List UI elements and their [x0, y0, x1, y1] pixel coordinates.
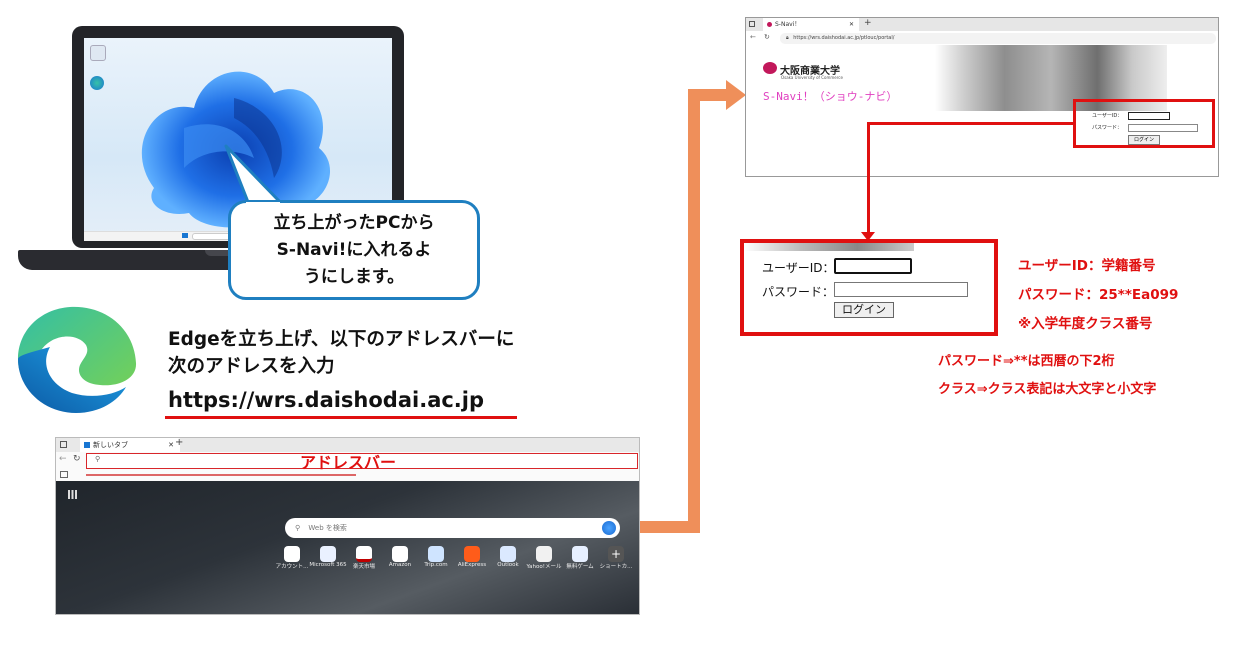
- quick-link-icon: [536, 546, 552, 562]
- search-placeholder: Web を検索: [308, 524, 347, 532]
- target-url: https://wrs.daishodai.ac.jp: [168, 388, 485, 412]
- portal-password-label: パスワード：: [1092, 125, 1123, 131]
- university-logo-icon: [763, 62, 777, 74]
- tab-actions-icon[interactable]: [749, 21, 755, 27]
- quick-link-icon: [500, 546, 516, 562]
- snavi-title: S-Navi！（ショウ-ナビ）: [763, 90, 898, 103]
- portal-address-text: https://wrs.daishodai.ac.jp/ptlouc/porta…: [793, 35, 895, 41]
- quick-link-icon: [392, 546, 408, 562]
- tab-favicon-icon: [84, 442, 90, 448]
- copilot-icon[interactable]: [602, 521, 616, 535]
- speech-bubble: 立ち上がったPCから S-Navi!に入れるよ うにします。: [228, 200, 480, 300]
- tab-favicon-icon: [767, 22, 772, 27]
- favorites-text-strip: [85, 473, 356, 476]
- instruction-text: Edgeを立ち上げ、以下のアドレスバーに 次のアドレスを入力: [168, 326, 514, 380]
- tab-actions-icon[interactable]: [60, 441, 67, 448]
- password-label: パスワード：: [762, 285, 835, 299]
- quick-link-icon: [356, 546, 372, 562]
- portal-password-input[interactable]: [1128, 124, 1198, 132]
- refresh-icon[interactable]: ↻: [73, 454, 81, 464]
- favorites-icon[interactable]: [60, 471, 68, 478]
- quick-link[interactable]: 楽天市場: [345, 546, 383, 570]
- quick-link-label: アカウント...: [275, 564, 309, 570]
- search-icon: ⚲: [295, 524, 301, 532]
- quick-link-icon: [320, 546, 336, 562]
- portal-login-button[interactable]: ログイン: [1128, 135, 1160, 145]
- quick-link-label: Amazon: [388, 562, 412, 568]
- portal-userid-input[interactable]: [1128, 112, 1170, 120]
- note-userid: ユーザーID：学籍番号: [1018, 258, 1156, 274]
- note-class: ※入学年度クラス番号: [1018, 316, 1153, 332]
- quick-links: アカウント... Microsoft 365 楽天市場 Amazon Trip.…: [273, 546, 633, 576]
- instruction-line2: 次のアドレスを入力: [168, 356, 335, 377]
- url-underline: [165, 416, 517, 419]
- quick-link[interactable]: Outlook: [489, 546, 527, 568]
- new-tab-icon[interactable]: +: [175, 437, 183, 448]
- tab-close-icon[interactable]: ✕: [168, 438, 174, 452]
- portal-userid-label: ユーザーID：: [1092, 113, 1123, 119]
- quick-link[interactable]: Microsoft 365: [309, 546, 347, 568]
- password-input[interactable]: [834, 282, 968, 297]
- portal-tab[interactable]: S-Navi！ ✕: [763, 18, 859, 31]
- add-shortcut-icon: +: [608, 546, 624, 562]
- userid-label: ユーザーID：: [762, 261, 835, 275]
- quick-link-label: ショートカ...: [599, 564, 633, 570]
- instruction-line1: Edgeを立ち上げ、以下のアドレスバーに: [168, 329, 515, 350]
- quick-link-icon: [284, 546, 300, 562]
- quick-link-label: 無料ゲーム: [566, 564, 594, 570]
- lock-icon: 🔒︎: [786, 35, 789, 41]
- quick-link[interactable]: Trip.com: [417, 546, 455, 568]
- quick-link-label: Microsoft 365: [309, 562, 347, 568]
- recycle-bin-icon[interactable]: [90, 45, 106, 61]
- portal-address-bar[interactable]: 🔒︎ https://wrs.daishodai.ac.jp/ptlouc/po…: [780, 33, 1216, 44]
- flow-arrow-segment: [688, 95, 700, 533]
- quick-link-icon: [464, 546, 480, 562]
- quick-link-label: Yahoo!メール: [526, 564, 562, 570]
- back-icon[interactable]: ←: [750, 33, 756, 41]
- zoom-connector: [867, 122, 870, 238]
- start-icon[interactable]: [182, 233, 188, 238]
- edge-logo-icon: [18, 306, 137, 413]
- back-icon[interactable]: ←: [59, 454, 67, 464]
- userid-input[interactable]: [834, 258, 912, 274]
- quick-link-icon: [428, 546, 444, 562]
- university-logo-subtext: Osaka University of Commerce: [781, 75, 843, 80]
- address-search-icon: ⚲: [95, 455, 101, 463]
- portal-tab-label: S-Navi！: [775, 21, 801, 28]
- tab-close-icon[interactable]: ✕: [849, 18, 854, 31]
- apps-grid-icon[interactable]: [68, 490, 77, 499]
- refresh-icon[interactable]: ↻: [764, 33, 770, 41]
- zoom-connector: [867, 122, 1075, 125]
- building-strip: [744, 243, 914, 251]
- quick-link[interactable]: 無料ゲーム: [561, 546, 599, 570]
- quick-link[interactable]: + ショートカ...: [597, 546, 635, 570]
- favorites-bar: [56, 470, 639, 481]
- quick-link-label: Trip.com: [424, 562, 448, 568]
- login-button[interactable]: ログイン: [834, 302, 894, 318]
- note-password-hint: パスワード⇒**は西暦の下2桁: [938, 354, 1115, 369]
- quick-link[interactable]: Amazon: [381, 546, 419, 568]
- quick-link-label: 楽天市場: [352, 564, 375, 570]
- quick-link[interactable]: アカウント...: [273, 546, 311, 570]
- quick-link-label: AliExpress: [457, 562, 487, 568]
- note-class-hint: クラス⇒クラス表記は大文字と小文字: [938, 382, 1157, 397]
- flow-arrow-head: [688, 80, 746, 110]
- quick-link-label: Outlook: [497, 562, 519, 568]
- bubble-text: 立ち上がったPCから S-Navi!に入れるよ うにします。: [273, 212, 435, 287]
- edge-tab[interactable]: 新しいタブ ✕: [80, 438, 180, 452]
- quick-link[interactable]: AliExpress: [453, 546, 491, 568]
- quick-link[interactable]: Yahoo!メール: [525, 546, 563, 570]
- web-search-box[interactable]: ⚲ Web を検索: [285, 518, 620, 538]
- edge-tab-label: 新しいタブ: [93, 441, 128, 449]
- edge-desktop-icon[interactable]: [90, 76, 104, 90]
- bubble-tail-cover: [246, 202, 280, 207]
- note-password: パスワード：25**Ea099: [1018, 287, 1179, 303]
- quick-link-icon: [572, 546, 588, 562]
- new-tab-icon[interactable]: +: [864, 18, 872, 28]
